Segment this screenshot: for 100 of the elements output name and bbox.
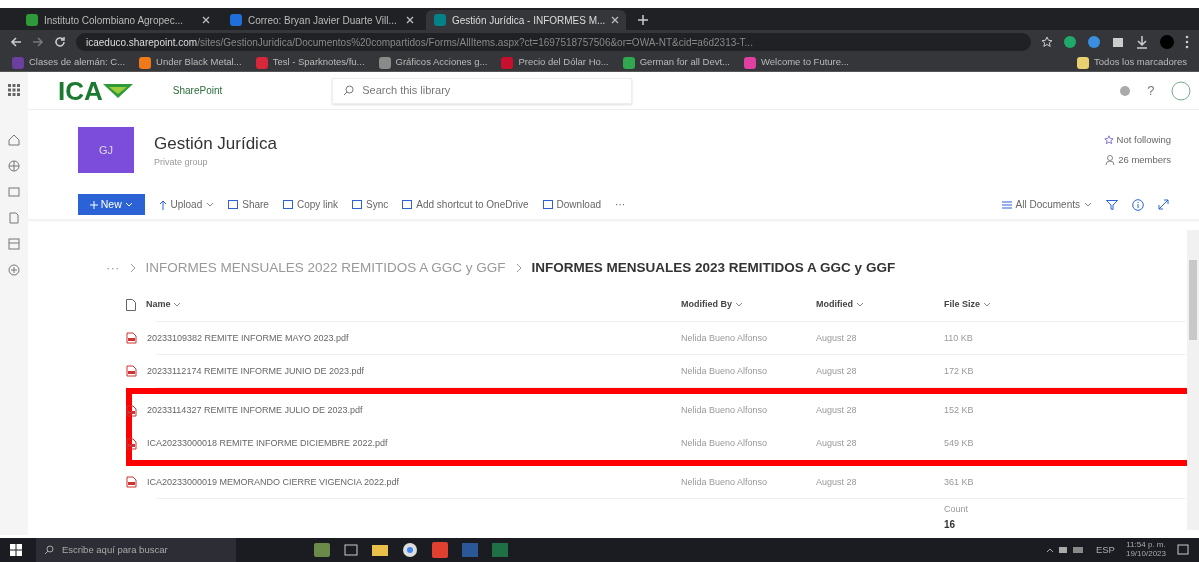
file-name[interactable]: ICA20233000019 MEMORANDO CIERRE VIGENCIA 2022.pdf — [147, 475, 400, 489]
scrollbar[interactable] — [1187, 230, 1199, 530]
bookmark[interactable]: Clases de alemán: C... — [12, 55, 126, 70]
bookmark[interactable]: Tesl - Sparknotes/fu... — [255, 55, 365, 70]
file-name[interactable]: ICA20233000018 REMITE INFORME DICIEMBRE 2022.pdf — [147, 437, 388, 451]
close-icon[interactable] — [406, 16, 414, 24]
view-selector[interactable]: All Documents — [1001, 197, 1092, 212]
site-icon — [230, 14, 242, 26]
task-view-icon[interactable] — [344, 544, 358, 556]
file-icon[interactable] — [8, 212, 20, 224]
news-icon[interactable] — [8, 186, 20, 198]
column-header[interactable]: File Size — [944, 298, 991, 312]
toolbar-button[interactable]: Copy link — [282, 197, 339, 212]
home-icon[interactable] — [8, 134, 20, 146]
tray-icon[interactable] — [1044, 545, 1085, 555]
new-tab-icon[interactable] — [638, 15, 648, 25]
extension-icon[interactable] — [1087, 35, 1101, 49]
logo[interactable]: ICA — [58, 77, 103, 104]
folder-icon[interactable] — [372, 543, 388, 557]
file-name[interactable]: 20233112174 REMITE INFORME JUNIO DE 2023.pdf — [147, 364, 364, 378]
menu-icon[interactable] — [1185, 35, 1189, 49]
command-icon — [228, 200, 239, 209]
count-label: Count — [944, 503, 970, 516]
file-name[interactable]: 20233109382 REMITE INFORME MAYO 2023.pdf — [147, 331, 349, 345]
bookmark[interactable]: German for all Devt... — [622, 55, 730, 70]
table-cell-text: August 28 — [816, 331, 858, 345]
help-button[interactable]: ? — [1147, 80, 1155, 101]
search-icon — [44, 545, 54, 555]
clock[interactable]: 11:54 p. m. 19/10/2023 — [1125, 541, 1166, 559]
star-icon — [1103, 135, 1114, 146]
table-cell-text: Nelida Bueno Alfonso — [681, 475, 769, 489]
browser-icon[interactable] — [402, 542, 418, 558]
search-icon — [343, 85, 355, 96]
chevron-down-icon — [173, 302, 182, 308]
add-icon[interactable] — [8, 264, 20, 276]
column-header[interactable]: Name — [146, 298, 182, 312]
toolbar-button[interactable]: Sync — [352, 197, 389, 212]
file-name[interactable]: 20233114327 REMITE INFORME JULIO DE 2023.pdf — [147, 404, 363, 418]
taskbar-search[interactable]: Escribe aquí para buscar — [36, 538, 236, 562]
notification-icon[interactable] — [1177, 544, 1189, 556]
close-icon[interactable] — [202, 16, 210, 24]
table-cell-text: 361 KB — [944, 475, 975, 489]
upload-button[interactable]: Upload — [158, 197, 215, 212]
members-link[interactable]: 26 members — [1118, 152, 1171, 167]
table-cell-text: 172 KB — [944, 364, 975, 378]
bookmark[interactable]: Under Black Metal... — [139, 55, 242, 70]
windows-icon[interactable] — [10, 544, 22, 556]
breadcrumb-item: INFORMES MENSUALES 2023 REMITIDOS A GGC y GGF — [531, 259, 896, 277]
new-button[interactable]: New — [78, 193, 145, 216]
column-header[interactable]: Modified — [816, 298, 864, 312]
extension-icon[interactable] — [1063, 35, 1077, 49]
upload-icon — [158, 199, 167, 210]
search-field[interactable]: Search this library — [332, 77, 633, 104]
download-icon[interactable] — [1135, 35, 1149, 49]
file-type-icon[interactable] — [126, 298, 136, 311]
language-indicator[interactable]: ESP — [1095, 542, 1115, 558]
bookmark[interactable]: Precio del Dólar Ho... — [501, 55, 609, 70]
close-icon[interactable] — [611, 16, 620, 24]
pdf-icon — [126, 364, 137, 378]
address-bar[interactable]: icaeduco.sharepoint.com/sites/GestionJuridica/Documentos%20compartidos/Forms/AllItems.aspx?ct=1697518757506&or=OWA-NT&cid=a6d2313-T... — [76, 33, 1031, 51]
info-icon[interactable] — [1132, 198, 1144, 211]
back-icon[interactable] — [10, 36, 22, 48]
forward-icon[interactable] — [32, 36, 44, 48]
site-logo: GJ — [78, 127, 134, 173]
star-icon[interactable] — [1041, 36, 1053, 48]
bookmark[interactable]: Welcome to Future... — [744, 55, 849, 70]
pdf-icon — [126, 404, 137, 418]
list-icon — [1001, 200, 1012, 209]
table-cell-text: Nelida Bueno Alfonso — [681, 331, 769, 345]
chevron-down-icon — [982, 302, 991, 308]
more-button[interactable]: ··· — [615, 197, 626, 212]
reload-icon[interactable] — [54, 36, 66, 48]
filter-icon[interactable] — [1106, 199, 1118, 210]
column-header[interactable]: Modified By — [681, 298, 743, 312]
expand-icon[interactable] — [1158, 199, 1169, 210]
toolbar-button[interactable]: Share — [228, 197, 269, 212]
list-icon[interactable] — [8, 238, 20, 250]
toolbar-button[interactable]: Add shortcut to OneDrive — [402, 197, 529, 212]
globe-icon[interactable] — [8, 160, 20, 172]
chevron-down-icon — [1084, 202, 1092, 207]
chevron-down-icon — [206, 202, 215, 207]
table-cell-text: August 28 — [816, 404, 858, 417]
plus-icon — [90, 200, 98, 209]
command-icon — [282, 200, 293, 209]
bookmark[interactable]: Todos los marcadores — [1077, 55, 1187, 70]
table-cell-text: August 28 — [816, 437, 858, 450]
count-value: 16 — [944, 517, 957, 532]
table-cell-text: August 28 — [816, 364, 858, 378]
bookmark[interactable]: Gráficos Acciones g... — [378, 55, 488, 70]
browser-tab[interactable]: Correo: Bryan Javier Duarte Vill... — [222, 10, 422, 30]
app-name[interactable]: SharePoint — [172, 83, 223, 98]
site-icon — [434, 14, 446, 26]
toolbar-button[interactable]: Download — [542, 197, 602, 212]
follow-button[interactable]: Not following — [1116, 133, 1171, 148]
chevron-right-icon — [129, 263, 136, 274]
pdf-icon — [126, 331, 137, 345]
browser-tab[interactable]: Instituto Colombiano Agropec... — [18, 10, 218, 30]
chevron-right-icon — [515, 263, 522, 274]
browser-tab[interactable]: Gestión Jurídica - INFORMES M... — [426, 10, 626, 30]
app-launcher-icon[interactable] — [8, 84, 20, 96]
